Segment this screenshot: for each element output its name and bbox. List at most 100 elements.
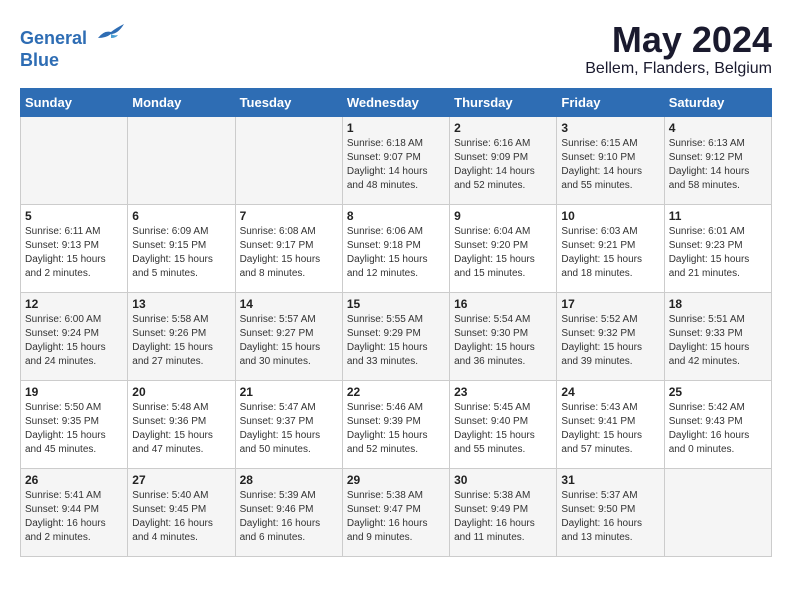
- logo-line2: Blue: [20, 50, 59, 70]
- day-number: 14: [240, 297, 338, 311]
- day-number: 9: [454, 209, 552, 223]
- day-info: Sunrise: 6:09 AM Sunset: 9:15 PM Dayligh…: [132, 225, 230, 281]
- day-info: Sunrise: 5:50 AM Sunset: 9:35 PM Dayligh…: [25, 401, 123, 457]
- day-info: Sunrise: 5:57 AM Sunset: 9:27 PM Dayligh…: [240, 313, 338, 369]
- calendar-cell: 10Sunrise: 6:03 AM Sunset: 9:21 PM Dayli…: [557, 204, 664, 292]
- logo-bird-icon: [96, 20, 126, 44]
- week-row-5: 26 Sunrise: 5:41 AM Sunset: 9:44 PM Dayli…: [21, 468, 772, 556]
- day-header-sunday: Sunday: [21, 88, 128, 116]
- calendar-cell: 3Sunrise: 6:15 AM Sunset: 9:10 PM Daylig…: [557, 116, 664, 204]
- day-number: 16: [454, 297, 552, 311]
- day-header-monday: Monday: [128, 88, 235, 116]
- calendar-cell: [21, 116, 128, 204]
- day-info: Sunrise: 5:54 AM Sunset: 9:30 PM Dayligh…: [454, 313, 552, 369]
- title-area: May 2024 Bellem, Flanders, Belgium: [585, 20, 772, 78]
- calendar-header: SundayMondayTuesdayWednesdayThursdayFrid…: [21, 88, 772, 116]
- calendar-cell: 2 Sunrise: 6:16 AM Sunset: 9:09 PM Daylig…: [450, 116, 557, 204]
- calendar-cell: 19 Sunrise: 5:50 AM Sunset: 9:35 PM Dayli…: [21, 380, 128, 468]
- calendar-cell: 20 Sunrise: 5:48 AM Sunset: 9:36 PM Dayli…: [128, 380, 235, 468]
- day-number: 10: [561, 209, 659, 223]
- day-number: 25: [669, 385, 767, 399]
- calendar-cell: [235, 116, 342, 204]
- calendar-cell: 14 Sunrise: 5:57 AM Sunset: 9:27 PM Dayli…: [235, 292, 342, 380]
- day-number: 30: [454, 473, 552, 487]
- calendar-cell: 23 Sunrise: 5:45 AM Sunset: 9:40 PM Dayli…: [450, 380, 557, 468]
- calendar-cell: 31 Sunrise: 5:37 AM Sunset: 9:50 PM Dayli…: [557, 468, 664, 556]
- calendar-cell: 5 Sunrise: 6:11 AM Sunset: 9:13 PM Daylig…: [21, 204, 128, 292]
- main-title: May 2024: [585, 20, 772, 60]
- day-info: Sunrise: 6:11 AM Sunset: 9:13 PM Dayligh…: [25, 225, 123, 281]
- day-number: 26: [25, 473, 123, 487]
- day-info: Sunrise: 5:37 AM Sunset: 9:50 PM Dayligh…: [561, 489, 659, 545]
- calendar-cell: 30 Sunrise: 5:38 AM Sunset: 9:49 PM Dayli…: [450, 468, 557, 556]
- calendar-cell: 29Sunrise: 5:38 AM Sunset: 9:47 PM Dayli…: [342, 468, 449, 556]
- day-info: Sunrise: 5:46 AM Sunset: 9:39 PM Dayligh…: [347, 401, 445, 457]
- day-info: Sunrise: 5:43 AM Sunset: 9:41 PM Dayligh…: [561, 401, 659, 457]
- day-number: 2: [454, 121, 552, 135]
- day-info: Sunrise: 5:41 AM Sunset: 9:44 PM Dayligh…: [25, 489, 123, 545]
- day-info: Sunrise: 5:51 AM Sunset: 9:33 PM Dayligh…: [669, 313, 767, 369]
- logo-line1: General: [20, 28, 87, 48]
- day-number: 19: [25, 385, 123, 399]
- day-number: 4: [669, 121, 767, 135]
- calendar-cell: 9 Sunrise: 6:04 AM Sunset: 9:20 PM Daylig…: [450, 204, 557, 292]
- day-info: Sunrise: 6:16 AM Sunset: 9:09 PM Dayligh…: [454, 137, 552, 193]
- day-header-thursday: Thursday: [450, 88, 557, 116]
- day-info: Sunrise: 5:45 AM Sunset: 9:40 PM Dayligh…: [454, 401, 552, 457]
- day-info: Sunrise: 5:39 AM Sunset: 9:46 PM Dayligh…: [240, 489, 338, 545]
- day-info: Sunrise: 5:48 AM Sunset: 9:36 PM Dayligh…: [132, 401, 230, 457]
- calendar-cell: 7 Sunrise: 6:08 AM Sunset: 9:17 PM Daylig…: [235, 204, 342, 292]
- calendar-body: 1Sunrise: 6:18 AM Sunset: 9:07 PM Daylig…: [21, 116, 772, 556]
- day-number: 28: [240, 473, 338, 487]
- day-header-friday: Friday: [557, 88, 664, 116]
- calendar-cell: 13 Sunrise: 5:58 AM Sunset: 9:26 PM Dayli…: [128, 292, 235, 380]
- calendar-cell: 6Sunrise: 6:09 AM Sunset: 9:15 PM Daylig…: [128, 204, 235, 292]
- day-info: Sunrise: 6:18 AM Sunset: 9:07 PM Dayligh…: [347, 137, 445, 193]
- week-row-1: 1Sunrise: 6:18 AM Sunset: 9:07 PM Daylig…: [21, 116, 772, 204]
- day-number: 3: [561, 121, 659, 135]
- logo: General Blue: [20, 20, 126, 71]
- day-info: Sunrise: 6:08 AM Sunset: 9:17 PM Dayligh…: [240, 225, 338, 281]
- day-number: 27: [132, 473, 230, 487]
- day-number: 23: [454, 385, 552, 399]
- calendar-cell: 25 Sunrise: 5:42 AM Sunset: 9:43 PM Dayli…: [664, 380, 771, 468]
- day-info: Sunrise: 5:42 AM Sunset: 9:43 PM Dayligh…: [669, 401, 767, 457]
- day-number: 5: [25, 209, 123, 223]
- day-header-wednesday: Wednesday: [342, 88, 449, 116]
- subtitle: Bellem, Flanders, Belgium: [585, 60, 772, 78]
- calendar-cell: 8Sunrise: 6:06 AM Sunset: 9:18 PM Daylig…: [342, 204, 449, 292]
- day-info: Sunrise: 5:47 AM Sunset: 9:37 PM Dayligh…: [240, 401, 338, 457]
- day-info: Sunrise: 5:38 AM Sunset: 9:47 PM Dayligh…: [347, 489, 445, 545]
- day-info: Sunrise: 5:38 AM Sunset: 9:49 PM Dayligh…: [454, 489, 552, 545]
- day-info: Sunrise: 5:55 AM Sunset: 9:29 PM Dayligh…: [347, 313, 445, 369]
- day-number: 17: [561, 297, 659, 311]
- calendar-cell: 18 Sunrise: 5:51 AM Sunset: 9:33 PM Dayli…: [664, 292, 771, 380]
- calendar-cell: 16 Sunrise: 5:54 AM Sunset: 9:30 PM Dayli…: [450, 292, 557, 380]
- day-number: 18: [669, 297, 767, 311]
- day-number: 22: [347, 385, 445, 399]
- day-number: 31: [561, 473, 659, 487]
- week-row-2: 5 Sunrise: 6:11 AM Sunset: 9:13 PM Daylig…: [21, 204, 772, 292]
- day-number: 15: [347, 297, 445, 311]
- calendar-cell: 12Sunrise: 6:00 AM Sunset: 9:24 PM Dayli…: [21, 292, 128, 380]
- day-number: 20: [132, 385, 230, 399]
- calendar-cell: 26 Sunrise: 5:41 AM Sunset: 9:44 PM Dayli…: [21, 468, 128, 556]
- calendar-cell: 28 Sunrise: 5:39 AM Sunset: 9:46 PM Dayli…: [235, 468, 342, 556]
- calendar-cell: [128, 116, 235, 204]
- calendar-cell: 1Sunrise: 6:18 AM Sunset: 9:07 PM Daylig…: [342, 116, 449, 204]
- calendar-cell: 24Sunrise: 5:43 AM Sunset: 9:41 PM Dayli…: [557, 380, 664, 468]
- day-number: 21: [240, 385, 338, 399]
- day-info: Sunrise: 6:04 AM Sunset: 9:20 PM Dayligh…: [454, 225, 552, 281]
- page-header: General Blue May 2024 Bellem, Flanders, …: [20, 20, 772, 78]
- day-header-saturday: Saturday: [664, 88, 771, 116]
- day-info: Sunrise: 5:40 AM Sunset: 9:45 PM Dayligh…: [132, 489, 230, 545]
- day-number: 7: [240, 209, 338, 223]
- day-number: 13: [132, 297, 230, 311]
- day-info: Sunrise: 6:13 AM Sunset: 9:12 PM Dayligh…: [669, 137, 767, 193]
- day-number: 8: [347, 209, 445, 223]
- calendar-table: SundayMondayTuesdayWednesdayThursdayFrid…: [20, 88, 772, 557]
- day-info: Sunrise: 5:58 AM Sunset: 9:26 PM Dayligh…: [132, 313, 230, 369]
- calendar-cell: 21 Sunrise: 5:47 AM Sunset: 9:37 PM Dayli…: [235, 380, 342, 468]
- week-row-4: 19 Sunrise: 5:50 AM Sunset: 9:35 PM Dayli…: [21, 380, 772, 468]
- header-row: SundayMondayTuesdayWednesdayThursdayFrid…: [21, 88, 772, 116]
